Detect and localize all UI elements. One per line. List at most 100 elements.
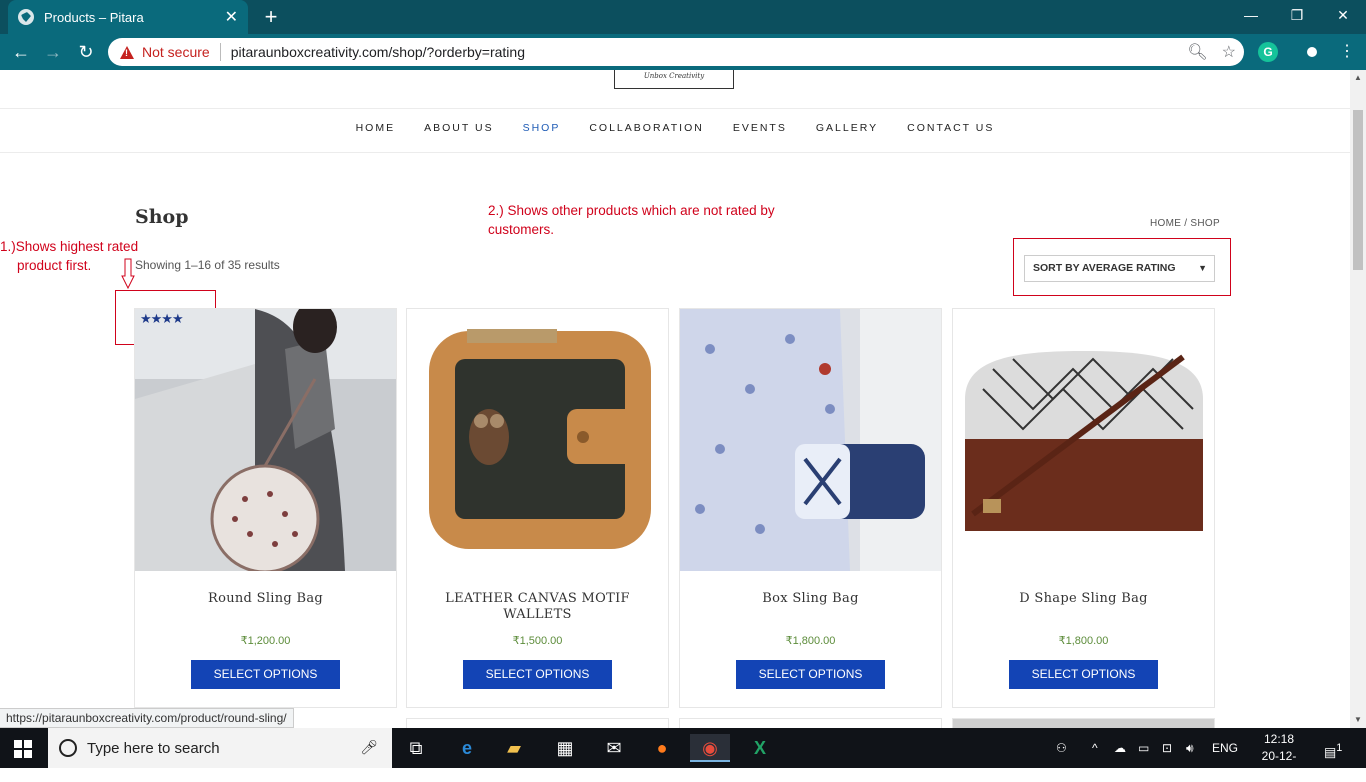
people-icon[interactable]: ⚇ bbox=[1056, 728, 1067, 768]
product-name[interactable]: D Shape Sling Bag bbox=[963, 591, 1204, 607]
zoom-search-icon[interactable]: 🔍︎ bbox=[1187, 42, 1207, 62]
clock-date: 20-12-2019 bbox=[1261, 749, 1297, 780]
product-image-box-sling-bag[interactable] bbox=[680, 309, 941, 571]
network-icon[interactable]: ⊡ bbox=[1162, 728, 1172, 768]
product-image-leather-canvas-wallet[interactable] bbox=[407, 309, 668, 571]
microsoft-store-icon[interactable]: ▦ bbox=[545, 734, 585, 762]
browser-tab[interactable]: Products – Pitara ✕ bbox=[8, 0, 248, 34]
taskbar-search-placeholder: Type here to search bbox=[87, 739, 220, 757]
site-logo[interactable]: Unbox Creativity bbox=[614, 70, 734, 89]
product-photo bbox=[680, 309, 941, 571]
nav-home[interactable]: HOME bbox=[356, 122, 396, 134]
task-view-icon[interactable]: ⧉ bbox=[396, 734, 436, 762]
product-price: ₹1,200.00 bbox=[240, 635, 291, 647]
product-photo bbox=[135, 309, 396, 571]
annotation-note-1-line2: product first. bbox=[17, 258, 92, 273]
firefox-icon[interactable]: ● bbox=[642, 734, 682, 762]
product-price: ₹1,500.00 bbox=[512, 635, 563, 647]
excel-icon[interactable]: X bbox=[740, 734, 780, 762]
result-count: Showing 1–16 of 35 results bbox=[135, 258, 280, 272]
product-card-next-row bbox=[406, 718, 669, 728]
page-scrollbar[interactable]: ▲ ▼ bbox=[1350, 70, 1366, 728]
omnibox-divider bbox=[219, 43, 221, 61]
annotation-note-2-line1: 2.) Shows other products which are not r… bbox=[488, 203, 775, 218]
battery-icon[interactable]: ▭ bbox=[1138, 728, 1149, 768]
address-bar[interactable]: Not secure pitaraunboxcreativity.com/sho… bbox=[108, 38, 1244, 66]
grammarly-extension-icon[interactable]: G bbox=[1258, 42, 1278, 62]
product-card[interactable]: LEATHER CANVAS MOTIF WALLETS ₹1,500.00 S… bbox=[406, 308, 669, 708]
product-name[interactable]: LEATHER CANVAS MOTIF WALLETS bbox=[417, 591, 658, 623]
nav-events[interactable]: EVENTS bbox=[733, 122, 787, 134]
system-clock[interactable]: 12:18 20-12-2019 bbox=[1258, 731, 1300, 782]
select-options-button[interactable]: SELECT OPTIONS bbox=[463, 660, 612, 689]
nav-collaboration[interactable]: COLLABORATION bbox=[589, 122, 704, 134]
main-navigation: HOME ABOUT US SHOP COLLABORATION EVENTS … bbox=[0, 122, 1350, 134]
volume-icon[interactable]: 🔊︎ bbox=[1186, 728, 1194, 768]
nav-divider-bottom bbox=[0, 152, 1350, 153]
product-image-round-sling-bag[interactable]: ★★★★ bbox=[135, 309, 396, 571]
reload-icon[interactable]: ↻ bbox=[73, 39, 99, 65]
select-options-button[interactable]: SELECT OPTIONS bbox=[1009, 660, 1158, 689]
status-url-preview: https://pitaraunboxcreativity.com/produc… bbox=[0, 708, 294, 728]
close-window-button[interactable]: ✕ bbox=[1320, 0, 1366, 30]
bookmark-star-icon[interactable]: ☆ bbox=[1222, 42, 1236, 62]
product-card-next-row bbox=[679, 718, 942, 728]
nav-gallery[interactable]: GALLERY bbox=[816, 122, 878, 134]
nav-shop[interactable]: SHOP bbox=[523, 122, 561, 134]
product-photo bbox=[407, 309, 668, 571]
cortana-icon bbox=[59, 739, 77, 757]
new-tab-button[interactable]: + bbox=[258, 4, 284, 30]
browser-tab-bar: Products – Pitara ✕ + — ❐ ✕ bbox=[0, 0, 1366, 34]
forward-icon[interactable]: → bbox=[40, 39, 66, 65]
taskbar-search-box[interactable]: Type here to search 🎤︎ bbox=[48, 728, 392, 768]
clock-time: 12:18 bbox=[1263, 732, 1295, 746]
annotation-note-2-line2: customers. bbox=[488, 222, 555, 237]
scroll-up-icon[interactable]: ▲ bbox=[1354, 73, 1362, 82]
notification-center-icon[interactable]: ▤1 bbox=[1324, 728, 1342, 768]
nav-contact-us[interactable]: CONTACT US bbox=[907, 122, 994, 134]
breadcrumb[interactable]: HOME / SHOP bbox=[1150, 218, 1220, 229]
windows-taskbar: Type here to search 🎤︎ ⧉ e ▰ ▦ ✉ ● ◉ X ⚇… bbox=[0, 728, 1366, 780]
minimize-button[interactable]: — bbox=[1228, 0, 1274, 30]
back-icon[interactable]: ← bbox=[8, 39, 34, 65]
select-options-button[interactable]: SELECT OPTIONS bbox=[191, 660, 340, 689]
windows-start-icon[interactable] bbox=[14, 740, 32, 758]
not-secure-label[interactable]: Not secure bbox=[142, 44, 210, 60]
file-explorer-icon[interactable]: ▰ bbox=[494, 734, 534, 762]
annotation-note-1: 1.)Shows highest rated product first. bbox=[0, 237, 138, 275]
annotation-note-1-line1: 1.)Shows highest rated bbox=[0, 239, 139, 254]
product-image-d-shape-sling-bag[interactable] bbox=[953, 309, 1214, 571]
annotation-note-2: 2.) Shows other products which are not r… bbox=[488, 201, 775, 239]
annotation-box-sort bbox=[1013, 238, 1231, 296]
nav-divider-top bbox=[0, 108, 1350, 109]
globe-icon bbox=[18, 9, 34, 25]
nav-about-us[interactable]: ABOUT US bbox=[424, 122, 493, 134]
select-options-button[interactable]: SELECT OPTIONS bbox=[736, 660, 885, 689]
product-price: ₹1,800.00 bbox=[785, 635, 836, 647]
profile-avatar-icon[interactable] bbox=[1302, 42, 1322, 62]
tab-title: Products – Pitara bbox=[44, 9, 144, 25]
product-card[interactable]: ★★★★ Round Sling Bag ₹1,200.00 SELECT OP… bbox=[134, 308, 397, 708]
scroll-down-icon[interactable]: ▼ bbox=[1354, 715, 1362, 724]
browser-toolbar: ← → ↻ Not secure pitaraunboxcreativity.c… bbox=[0, 34, 1366, 70]
web-page: Unbox Creativity HOME ABOUT US SHOP COLL… bbox=[0, 70, 1350, 728]
product-card-next-row bbox=[952, 718, 1215, 728]
edge-browser-icon[interactable]: e bbox=[447, 734, 487, 762]
product-name[interactable]: Round Sling Bag bbox=[145, 591, 386, 607]
microphone-icon[interactable]: 🎤︎ bbox=[360, 739, 378, 756]
chrome-icon[interactable]: ◉ bbox=[690, 734, 730, 762]
onedrive-cloud-icon[interactable]: ☁ bbox=[1114, 728, 1126, 768]
tray-chevron-up-icon[interactable]: ^ bbox=[1092, 728, 1098, 768]
notification-count: 1 bbox=[1336, 742, 1343, 754]
mail-icon[interactable]: ✉ bbox=[594, 734, 634, 762]
menu-kebab-icon[interactable]: ⋮ bbox=[1334, 39, 1360, 65]
scroll-thumb[interactable] bbox=[1353, 110, 1363, 270]
url-text[interactable]: pitaraunboxcreativity.com/shop/?orderby=… bbox=[231, 44, 525, 60]
restore-button[interactable]: ❐ bbox=[1274, 0, 1320, 30]
tab-close-icon[interactable]: ✕ bbox=[225, 7, 238, 27]
product-card[interactable]: Box Sling Bag ₹1,800.00 SELECT OPTIONS bbox=[679, 308, 942, 708]
product-card[interactable]: D Shape Sling Bag ₹1,800.00 SELECT OPTIO… bbox=[952, 308, 1215, 708]
product-name[interactable]: Box Sling Bag bbox=[690, 591, 931, 607]
language-indicator[interactable]: ENG bbox=[1212, 728, 1238, 768]
product-price: ₹1,800.00 bbox=[1058, 635, 1109, 647]
